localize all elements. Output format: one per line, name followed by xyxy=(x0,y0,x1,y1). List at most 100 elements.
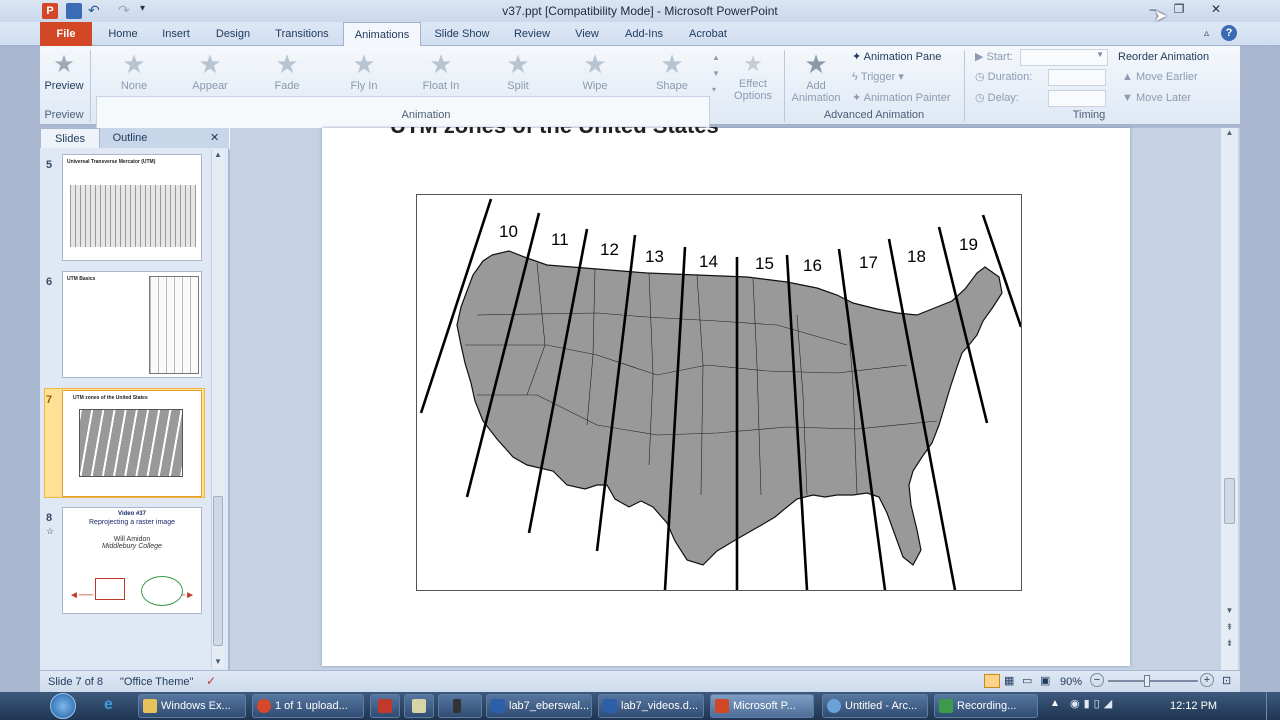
system-clock[interactable]: 12:12 PM xyxy=(1170,700,1217,712)
help-icon[interactable]: ? xyxy=(1221,25,1237,41)
divider xyxy=(964,50,965,122)
us-map-thumbnail xyxy=(79,409,183,477)
fit-to-window-icon[interactable]: ⊡ xyxy=(1222,674,1231,687)
add-animation-button[interactable]: ★ Add Animation xyxy=(788,48,844,104)
lightning-icon: ϟ xyxy=(852,71,861,83)
preview-button[interactable]: ★ Preview xyxy=(44,50,84,92)
gallery-scroll[interactable]: ▲ ▼ ▾ xyxy=(712,50,722,98)
effect-options-button[interactable]: ★ Effect Options xyxy=(726,50,780,102)
task-powerpoint[interactable]: Microsoft P... xyxy=(710,694,814,718)
word-icon xyxy=(603,699,617,713)
star-icon: ★ xyxy=(506,49,530,79)
scroll-up-icon[interactable]: ▲ xyxy=(1221,128,1238,137)
zone-label-15: 15 xyxy=(755,254,774,273)
star-icon: ★ xyxy=(275,49,299,79)
tray-chevron-icon[interactable]: ▲ xyxy=(1050,698,1060,709)
zoom-level[interactable]: 90% xyxy=(1060,676,1082,688)
animation-split[interactable]: ★ Split xyxy=(484,48,552,102)
star-icon: ★ xyxy=(53,51,75,78)
scroll-up-icon[interactable]: ▲ xyxy=(212,150,224,159)
traffic-light-icon xyxy=(453,699,461,713)
tab-view[interactable]: View xyxy=(566,22,608,46)
scroll-thumb[interactable] xyxy=(213,496,223,646)
zoom-in-icon[interactable]: + xyxy=(1200,673,1214,687)
animation-float-in[interactable]: ★ Float In xyxy=(407,48,475,102)
animation-painter-button[interactable]: ✦ Animation Painter xyxy=(852,89,951,107)
tab-animations[interactable]: Animations xyxy=(343,22,421,47)
close-button[interactable]: ✕ xyxy=(1200,0,1232,18)
animation-none[interactable]: ★ None xyxy=(100,48,168,102)
tab-add-ins[interactable]: Add-Ins xyxy=(616,22,672,46)
delay-spinner[interactable] xyxy=(1048,90,1106,107)
normal-view-icon[interactable] xyxy=(984,674,1000,688)
tray-icons[interactable]: ◉▮▯◢ xyxy=(1070,697,1116,710)
close-panel-icon[interactable]: ✕ xyxy=(210,131,219,144)
slide-thumbnail-6[interactable]: UTM Basics xyxy=(62,271,202,378)
task-app-icon-3[interactable] xyxy=(438,694,482,718)
panel-scrollbar[interactable]: ▲ ▼ xyxy=(211,150,224,668)
show-desktop-button[interactable] xyxy=(1266,692,1280,720)
task-word-lab7-videos[interactable]: lab7_videos.d... xyxy=(598,694,704,718)
zoom-slider-thumb[interactable] xyxy=(1144,675,1150,687)
animation-pane-button[interactable]: ✦ Animation Pane xyxy=(852,48,941,66)
ie-icon[interactable]: e xyxy=(104,696,113,714)
zoom-out-icon[interactable]: − xyxy=(1090,673,1104,687)
scroll-down-icon[interactable]: ▼ xyxy=(1221,606,1238,615)
start-dropdown[interactable]: ▼ xyxy=(1020,49,1108,66)
tab-outline[interactable]: Outline xyxy=(100,128,160,148)
animation-shape[interactable]: ★ Shape xyxy=(638,48,706,102)
reading-view-icon[interactable]: ▭ xyxy=(1022,674,1032,687)
tab-acrobat[interactable]: Acrobat xyxy=(680,22,736,46)
task-recording[interactable]: Recording... xyxy=(934,694,1038,718)
zone-label-17: 17 xyxy=(859,253,878,272)
start-button[interactable] xyxy=(42,692,86,720)
zone-label-13: 13 xyxy=(645,247,664,266)
spell-check-icon[interactable]: ✓ xyxy=(206,674,216,688)
window-title: v37.ppt [Compatibility Mode] - Microsoft… xyxy=(502,4,778,18)
tab-design[interactable]: Design xyxy=(206,22,260,46)
tab-review[interactable]: Review xyxy=(504,22,560,46)
animation-fade[interactable]: ★ Fade xyxy=(253,48,321,102)
animation-fly-in[interactable]: ★ Fly In xyxy=(330,48,398,102)
slide-thumbnail-8[interactable]: Video #37 Reprojecting a raster image Wi… xyxy=(62,507,202,614)
ribbon-collapse-icon[interactable]: ▵ xyxy=(1204,28,1209,39)
task-windows-explorer[interactable]: Windows Ex... xyxy=(138,694,246,718)
slide-scrollbar[interactable]: ▲ ▼ ⇞ ⇟ xyxy=(1220,128,1238,670)
animation-appear[interactable]: ★ Appear xyxy=(176,48,244,102)
move-later-button[interactable]: ▼ Move Later xyxy=(1122,89,1191,107)
slide-thumbnail-5[interactable]: Universal Transverse Mercator (UTM) xyxy=(62,154,202,261)
slide-sorter-icon[interactable]: ▦ xyxy=(1004,674,1014,687)
title-bar: P ↶ ↷ ▾ v37.ppt [Compatibility Mode] - M… xyxy=(0,0,1280,22)
tab-home[interactable]: Home xyxy=(100,22,146,46)
slideshow-icon[interactable]: ▣ xyxy=(1040,674,1050,687)
recorder-icon xyxy=(939,699,953,713)
tab-slides[interactable]: Slides xyxy=(40,128,100,148)
tab-slide-show[interactable]: Slide Show xyxy=(428,22,496,46)
task-app-icon-2[interactable] xyxy=(404,694,434,718)
theme-name[interactable]: "Office Theme" xyxy=(120,676,193,688)
tab-file[interactable]: File xyxy=(40,22,92,46)
task-app-icon-1[interactable] xyxy=(370,694,400,718)
trigger-button[interactable]: ϟ Trigger ▾ xyxy=(852,68,904,86)
utm-zone-map[interactable]: 10 11 12 13 14 15 16 17 18 19 xyxy=(416,194,1023,591)
tab-insert[interactable]: Insert xyxy=(152,22,200,46)
move-earlier-button[interactable]: ▲ Move Earlier xyxy=(1122,68,1198,86)
task-chrome[interactable]: 1 of 1 upload... xyxy=(252,694,364,718)
previous-slide-icon[interactable]: ⇞ xyxy=(1221,622,1238,633)
animation-wipe[interactable]: ★ Wipe xyxy=(561,48,629,102)
duration-spinner[interactable] xyxy=(1048,69,1106,86)
window-frame-right xyxy=(1240,46,1280,692)
brush-icon: ✦ xyxy=(852,92,864,104)
tab-transitions[interactable]: Transitions xyxy=(266,22,338,46)
scroll-thumb[interactable] xyxy=(1224,478,1235,524)
scroll-down-icon[interactable]: ▼ xyxy=(212,657,224,666)
zone-label-19: 19 xyxy=(959,235,978,254)
next-slide-icon[interactable]: ⇟ xyxy=(1221,638,1238,649)
slide-number: 5 xyxy=(46,159,53,171)
task-word-lab7-eberswal[interactable]: lab7_eberswal... xyxy=(486,694,592,718)
slide-thumbnail-7[interactable]: UTM zones of the United States xyxy=(62,390,202,497)
task-arcgis-untitled[interactable]: Untitled - Arc... xyxy=(822,694,928,718)
zoom-slider[interactable] xyxy=(1108,675,1198,687)
maximize-button[interactable]: ❐ xyxy=(1166,0,1192,18)
thumb-author: Will Amidon xyxy=(113,536,151,543)
